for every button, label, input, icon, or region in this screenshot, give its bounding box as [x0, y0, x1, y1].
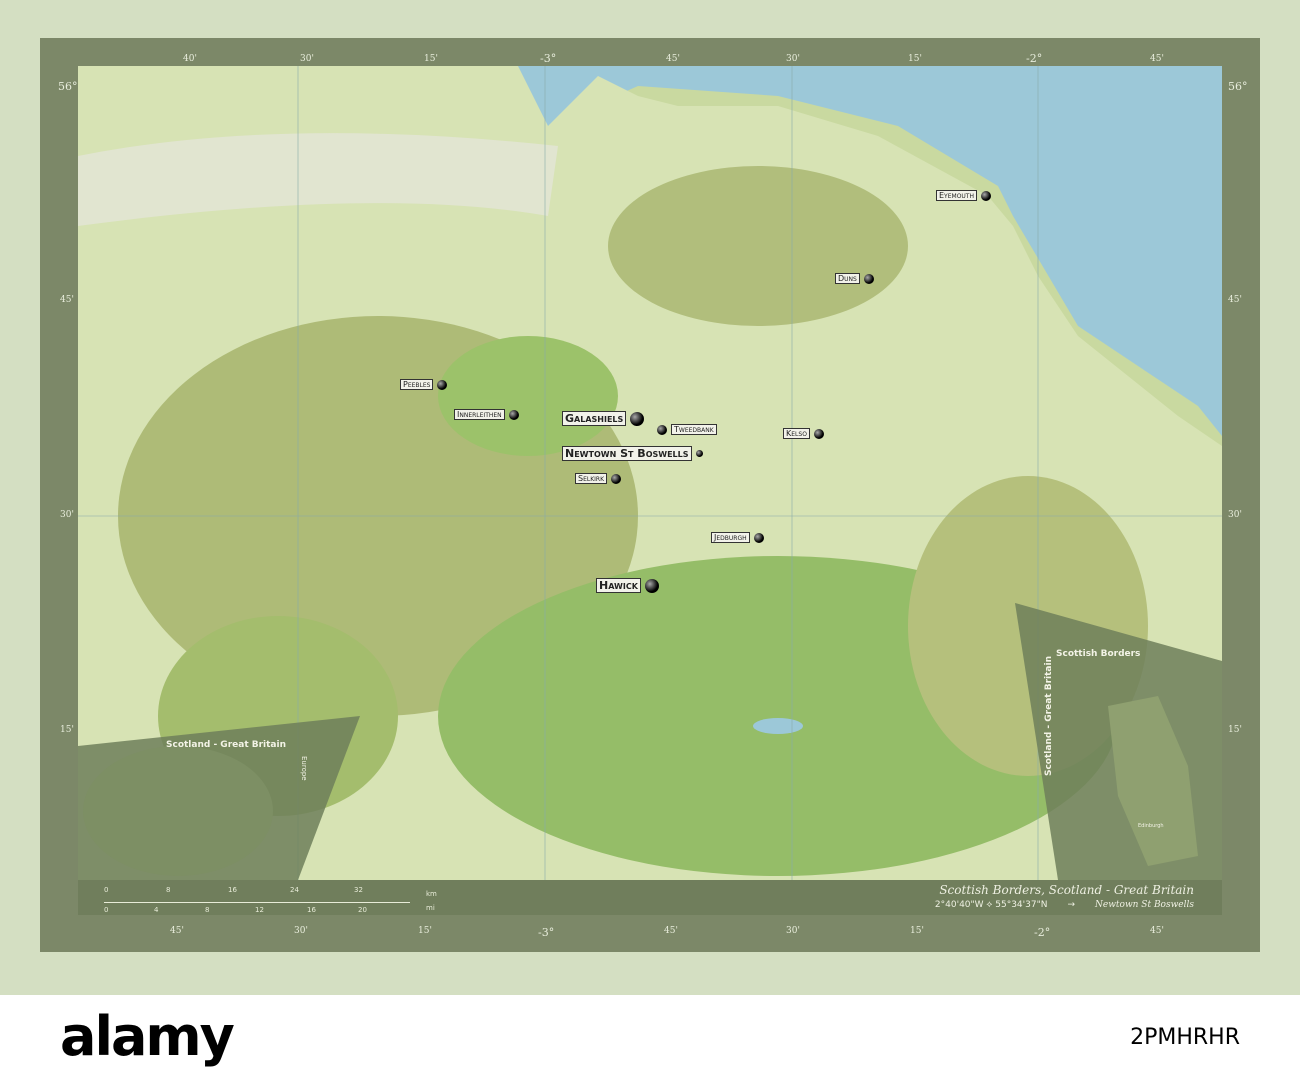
image-id: 2PMHRHR	[1130, 1025, 1240, 1050]
inset-city-label: Edinburgh	[1138, 823, 1164, 829]
inset-right-title: Scottish Borders	[1056, 649, 1141, 659]
bottom-tick: 30'	[294, 926, 308, 936]
watermark-bar: alamy 2PMHRHR	[0, 995, 1300, 1084]
caption-place: Newtown St Boswells	[1095, 900, 1194, 910]
right-tick: 30'	[1228, 510, 1242, 520]
mi-tick: 4	[154, 906, 159, 914]
town-newtown-st-boswells[interactable]: Newtown St Boswells	[562, 446, 703, 461]
town-marker	[644, 578, 659, 593]
inset-left-title: Scotland - Great Britain	[166, 740, 287, 750]
km-tick: 16	[228, 886, 237, 894]
top-tick: 30'	[786, 54, 800, 64]
top-tick: 15'	[424, 54, 438, 64]
bottom-tick: 45'	[170, 926, 184, 936]
caption-title: Scottish Borders, Scotland - Great Brita…	[939, 883, 1194, 897]
town-jedburgh[interactable]: Jedburgh	[711, 532, 764, 543]
caption-coordinates: 2°40'40"W ⟡ 55°34'37"N	[934, 900, 1048, 910]
town-innerleithen[interactable]: Innerleithen	[454, 409, 519, 420]
scale-bar: 0 8 16 24 32 km 0 4 8 12 16 20 mi	[104, 880, 444, 915]
bottom-tick: 15'	[910, 926, 924, 936]
bottom-tick: 45'	[1150, 926, 1164, 936]
town-marker	[611, 473, 622, 484]
mi-tick: 12	[255, 906, 264, 914]
town-duns[interactable]: Duns	[835, 273, 874, 284]
mi-tick: 8	[205, 906, 210, 914]
town-marker	[753, 532, 764, 543]
town-eyemouth[interactable]: Eyemouth	[936, 190, 991, 201]
mi-tick: 0	[104, 906, 109, 914]
reservoir	[753, 718, 803, 734]
top-tick: 45'	[1150, 54, 1164, 64]
km-tick: 32	[354, 886, 363, 894]
left-tick: 15'	[60, 725, 74, 735]
km-tick: 24	[290, 886, 299, 894]
town-marker	[657, 424, 667, 435]
km-unit: km	[426, 890, 437, 898]
bottom-tick: 15'	[418, 926, 432, 936]
upland	[608, 166, 908, 326]
mi-tick: 20	[358, 906, 367, 914]
top-tick: -3°	[540, 52, 557, 65]
bottom-tick: -2°	[1034, 926, 1051, 939]
town-marker	[980, 190, 991, 201]
top-tick: 45'	[666, 54, 680, 64]
town-marker	[508, 409, 519, 420]
town-marker	[695, 450, 703, 457]
town-galashiels[interactable]: Galashiels	[562, 411, 645, 426]
town-marker	[630, 411, 645, 426]
mi-tick: 16	[307, 906, 316, 914]
forest	[438, 336, 618, 456]
right-tick: 15'	[1228, 725, 1242, 735]
left-tick: 30'	[60, 510, 74, 520]
km-tick: 8	[166, 886, 171, 894]
top-tick: -2°	[1026, 52, 1043, 65]
inset-right-side-label: Scotland - Great Britain	[1044, 656, 1054, 777]
town-peebles[interactable]: Peebles	[400, 379, 448, 390]
top-tick: 30'	[300, 54, 314, 64]
town-marker	[437, 379, 448, 390]
map-canvas[interactable]: Scotland - Great Britain Europe Scottish…	[78, 66, 1222, 880]
km-tick: 0	[104, 886, 109, 894]
town-kelso[interactable]: Kelso	[783, 428, 824, 439]
inset-left-side-label: Europe	[300, 756, 308, 781]
bottom-tick: 30'	[786, 926, 800, 936]
arrow-icon: →	[1067, 900, 1075, 910]
town-hawick[interactable]: Hawick	[596, 578, 659, 593]
town-marker	[813, 428, 824, 439]
right-tick: 56°	[1228, 80, 1248, 93]
top-tick: 40'	[183, 54, 197, 64]
map-caption-bar: 0 8 16 24 32 km 0 4 8 12 16 20 mi Scotti…	[78, 880, 1222, 915]
alamy-logo: alamy	[60, 1005, 235, 1068]
left-tick: 56°	[58, 80, 78, 93]
world-globe	[83, 746, 273, 876]
mi-unit: mi	[426, 904, 435, 912]
bottom-tick: -3°	[538, 926, 555, 939]
top-tick: 15'	[908, 54, 922, 64]
right-tick: 45'	[1228, 295, 1242, 305]
town-tweedbank[interactable]: Tweedbank	[657, 424, 717, 435]
caption-coords-row: 2°40'40"W ⟡ 55°34'37"N → Newtown St Bosw…	[935, 900, 1194, 910]
town-selkirk[interactable]: Selkirk	[575, 473, 622, 484]
left-tick: 45'	[60, 295, 74, 305]
bottom-tick: 45'	[664, 926, 678, 936]
town-marker	[863, 273, 874, 284]
